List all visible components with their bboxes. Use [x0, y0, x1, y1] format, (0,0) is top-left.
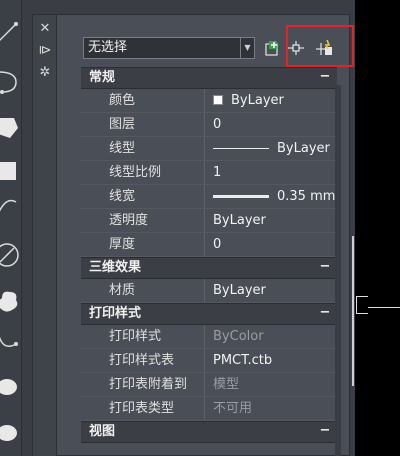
properties-palette: ✕ ⧐ ✲ 无选择 ▼ 常规 − 颜色 ByLayer 图层 0 线型 ByLayer 线型比例… [32, 14, 354, 456]
collapse-icon[interactable]: − [313, 70, 337, 86]
property-value-text: 0.35 mm [277, 189, 336, 204]
property-value[interactable]: 0 [205, 233, 337, 256]
property-row[interactable]: 打印样式表 PMCT.ctb [81, 349, 337, 373]
property-label: 透明度 [81, 209, 205, 232]
property-value[interactable]: ByLayer [205, 89, 337, 112]
property-label: 打印样式表 [81, 349, 205, 372]
property-value[interactable]: 不可用 [205, 397, 337, 420]
section-header[interactable]: 三维效果 − [81, 257, 337, 279]
property-value[interactable]: PMCT.ctb [205, 349, 337, 372]
color-swatch [213, 95, 223, 105]
property-label: 材质 [81, 279, 205, 302]
polygon-icon[interactable] [0, 112, 22, 142]
rectangle-icon[interactable] [0, 156, 22, 186]
collapse-icon[interactable]: − [313, 306, 337, 322]
polyline-icon[interactable] [0, 66, 22, 96]
ellipse-arc-icon[interactable] [0, 418, 22, 448]
palette-title-strip: ✕ ⧐ ✲ [33, 15, 57, 456]
spline-icon[interactable] [0, 192, 22, 222]
property-value-text: ByLayer [277, 141, 330, 156]
spline-curve-icon[interactable] [0, 324, 22, 354]
property-row[interactable]: 打印表附着到 模型 [81, 373, 337, 397]
property-label: 线型比例 [81, 161, 205, 184]
property-row[interactable]: 图层 0 [81, 113, 337, 137]
property-row[interactable]: 颜色 ByLayer [81, 89, 337, 113]
lineweight-preview [213, 195, 269, 198]
section-header[interactable]: 常规 − [81, 67, 337, 89]
property-row[interactable]: 打印样式 ByColor [81, 325, 337, 349]
property-value[interactable]: ByLayer [205, 137, 337, 160]
property-label: 图层 [81, 113, 205, 136]
chevron-down-icon[interactable]: ▼ [240, 38, 254, 58]
property-value-text: ByLayer [213, 213, 266, 228]
selection-dropdown[interactable]: 无选择 ▼ [83, 37, 255, 59]
property-value[interactable]: 0.35 mm [205, 185, 337, 208]
red-highlight-box [286, 25, 354, 67]
circle-icon[interactable] [0, 240, 22, 270]
property-value-text: 0 [213, 117, 222, 132]
collapse-icon[interactable]: − [313, 424, 337, 440]
property-list: 常规 − 颜色 ByLayer 图层 0 线型 ByLayer 线型比例 1 线宽 0.35 mm 透明… [81, 67, 337, 443]
toggle-pickadd-button[interactable] [261, 37, 283, 59]
property-row[interactable]: 厚度 0 [81, 233, 337, 257]
property-value-text: 1 [213, 165, 222, 180]
section-header[interactable]: 打印样式 − [81, 303, 337, 325]
cursor-crosshair [356, 296, 368, 314]
property-label: 打印样式 [81, 325, 205, 348]
settings-icon[interactable]: ✲ [37, 65, 53, 81]
palette-scrollbar[interactable] [335, 85, 341, 456]
draw-toolbar [0, 0, 22, 456]
property-row[interactable]: 线型比例 1 [81, 161, 337, 185]
drawing-canvas[interactable] [355, 0, 400, 456]
autohide-icon[interactable]: ⧐ [37, 43, 53, 59]
property-value-text: 不可用 [213, 401, 253, 416]
ellipse-icon[interactable] [0, 372, 22, 402]
section-header[interactable]: 视图 − [81, 421, 337, 443]
property-label: 打印表附着到 [81, 373, 205, 396]
property-value-text: ByColor [213, 329, 264, 344]
property-value[interactable]: ByLayer [205, 209, 337, 232]
canvas-edge-marker [352, 236, 354, 386]
property-value[interactable]: ByLayer [205, 279, 337, 302]
property-value-text: 模型 [213, 377, 240, 392]
section-title: 视图 [89, 424, 116, 439]
cloud-icon[interactable] [0, 286, 22, 316]
line-icon[interactable] [0, 18, 22, 48]
property-label: 线宽 [81, 185, 205, 208]
property-value[interactable]: ByColor [205, 325, 337, 348]
property-row[interactable]: 材质 ByLayer [81, 279, 337, 303]
selection-value: 无选择 [88, 40, 128, 55]
property-value-text: 0 [213, 237, 222, 252]
property-row[interactable]: 线宽 0.35 mm [81, 185, 337, 209]
cursor-crosshair-line [368, 307, 400, 308]
property-label: 线型 [81, 137, 205, 160]
property-label: 打印表类型 [81, 397, 205, 420]
collapse-icon[interactable]: − [313, 260, 337, 276]
property-row[interactable]: 线型 ByLayer [81, 137, 337, 161]
section-title: 常规 [89, 70, 116, 85]
property-value[interactable]: 1 [205, 161, 337, 184]
property-label: 厚度 [81, 233, 205, 256]
property-value-text: ByLayer [231, 93, 284, 108]
toggle-pickadd-icon [265, 41, 278, 56]
close-icon[interactable]: ✕ [37, 21, 53, 37]
property-value[interactable]: 0 [205, 113, 337, 136]
property-row[interactable]: 透明度 ByLayer [81, 209, 337, 233]
property-label: 颜色 [81, 89, 205, 112]
linetype-preview [213, 148, 269, 149]
property-value-text: ByLayer [213, 283, 266, 298]
property-value-text: PMCT.ctb [213, 353, 273, 368]
section-title: 三维效果 [89, 260, 142, 275]
property-row[interactable]: 打印表类型 不可用 [81, 397, 337, 421]
property-value[interactable]: 模型 [205, 373, 337, 396]
section-title: 打印样式 [89, 306, 142, 321]
